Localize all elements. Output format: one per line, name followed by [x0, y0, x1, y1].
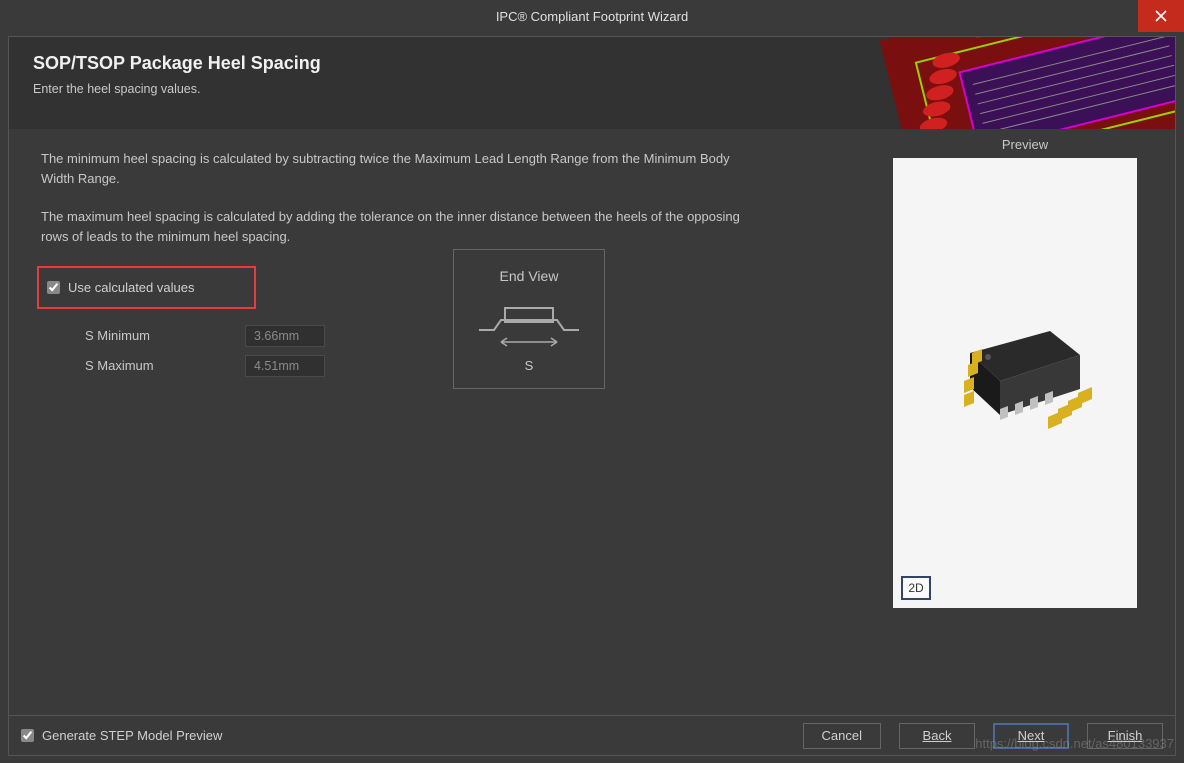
next-button-label: Next: [1018, 728, 1045, 743]
back-button[interactable]: Back: [899, 723, 975, 749]
chip-3d-icon: [920, 303, 1110, 463]
generate-step-checkbox[interactable]: Generate STEP Model Preview: [21, 728, 222, 743]
close-button[interactable]: [1138, 0, 1184, 32]
generate-step-input[interactable]: [21, 729, 34, 742]
window-title: IPC® Compliant Footprint Wizard: [496, 9, 688, 24]
preview-2d-toggle[interactable]: 2D: [901, 576, 931, 600]
use-calculated-checkbox[interactable]: Use calculated values: [47, 280, 194, 295]
generate-step-label: Generate STEP Model Preview: [42, 728, 222, 743]
back-button-label: Back: [923, 728, 952, 743]
wizard-header: SOP/TSOP Package Heel Spacing Enter the …: [9, 37, 1175, 129]
next-button[interactable]: Next: [993, 723, 1069, 749]
end-view-title: End View: [500, 268, 559, 284]
preview-label: Preview: [893, 137, 1157, 152]
end-view-diagram: End View S: [453, 249, 605, 389]
s-minimum-field: 3.66mm: [245, 325, 325, 347]
use-calculated-input[interactable]: [47, 281, 60, 294]
page-subtitle: Enter the heel spacing values.: [33, 82, 1151, 96]
s-maximum-field: 4.51mm: [245, 355, 325, 377]
cancel-button[interactable]: Cancel: [803, 723, 881, 749]
description-2: The maximum heel spacing is calculated b…: [41, 207, 751, 247]
page-title: SOP/TSOP Package Heel Spacing: [33, 53, 1151, 74]
preview-3d-viewport[interactable]: 2D: [893, 158, 1137, 608]
finish-button-label: Finish: [1108, 728, 1143, 743]
s-maximum-label: S Maximum: [85, 358, 245, 373]
highlight-annotation: Use calculated values: [37, 266, 256, 309]
s-minimum-label: S Minimum: [85, 328, 245, 343]
finish-button[interactable]: Finish: [1087, 723, 1163, 749]
close-icon: [1155, 10, 1167, 22]
end-view-dim-label: S: [525, 358, 534, 373]
description-1: The minimum heel spacing is calculated b…: [41, 149, 751, 189]
use-calculated-label: Use calculated values: [68, 280, 194, 295]
